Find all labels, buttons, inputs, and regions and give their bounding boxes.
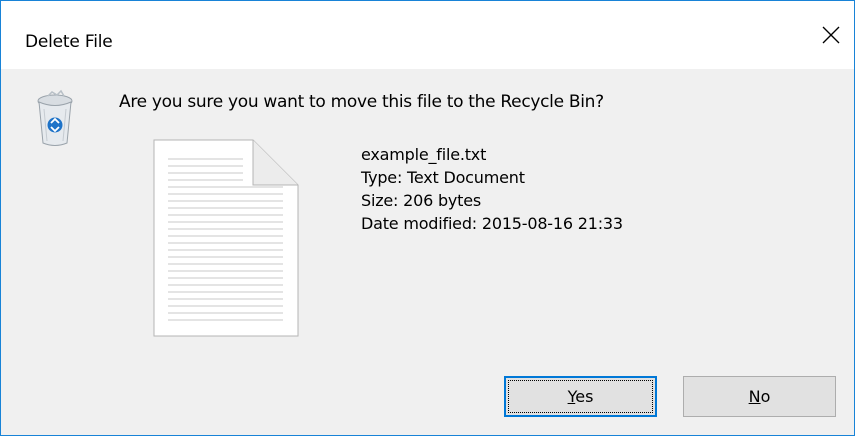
- no-button[interactable]: No: [683, 376, 836, 417]
- file-type: Type: Text Document: [361, 168, 525, 187]
- title-bar: Delete File: [1, 1, 854, 69]
- file-date-modified: Date modified: 2015-08-16 21:33: [361, 214, 623, 233]
- focus-indicator: [508, 380, 653, 413]
- confirmation-message: Are you sure you want to move this file …: [119, 92, 604, 112]
- delete-file-dialog: Delete File Are you sure you want to mov…: [0, 0, 855, 436]
- text-document-icon: [153, 139, 299, 337]
- file-details: example_file.txt Type: Text Document Siz…: [361, 143, 623, 235]
- no-label-rest: o: [760, 387, 771, 406]
- yes-button[interactable]: Yes: [504, 376, 657, 417]
- recycle-bin-icon: [37, 89, 73, 146]
- close-icon: [822, 26, 840, 44]
- no-button-label: No: [749, 387, 771, 406]
- close-button[interactable]: [808, 15, 854, 55]
- no-access-key: N: [748, 387, 761, 406]
- file-name: example_file.txt: [361, 145, 487, 164]
- dialog-title: Delete File: [25, 32, 113, 52]
- file-size: Size: 206 bytes: [361, 191, 482, 210]
